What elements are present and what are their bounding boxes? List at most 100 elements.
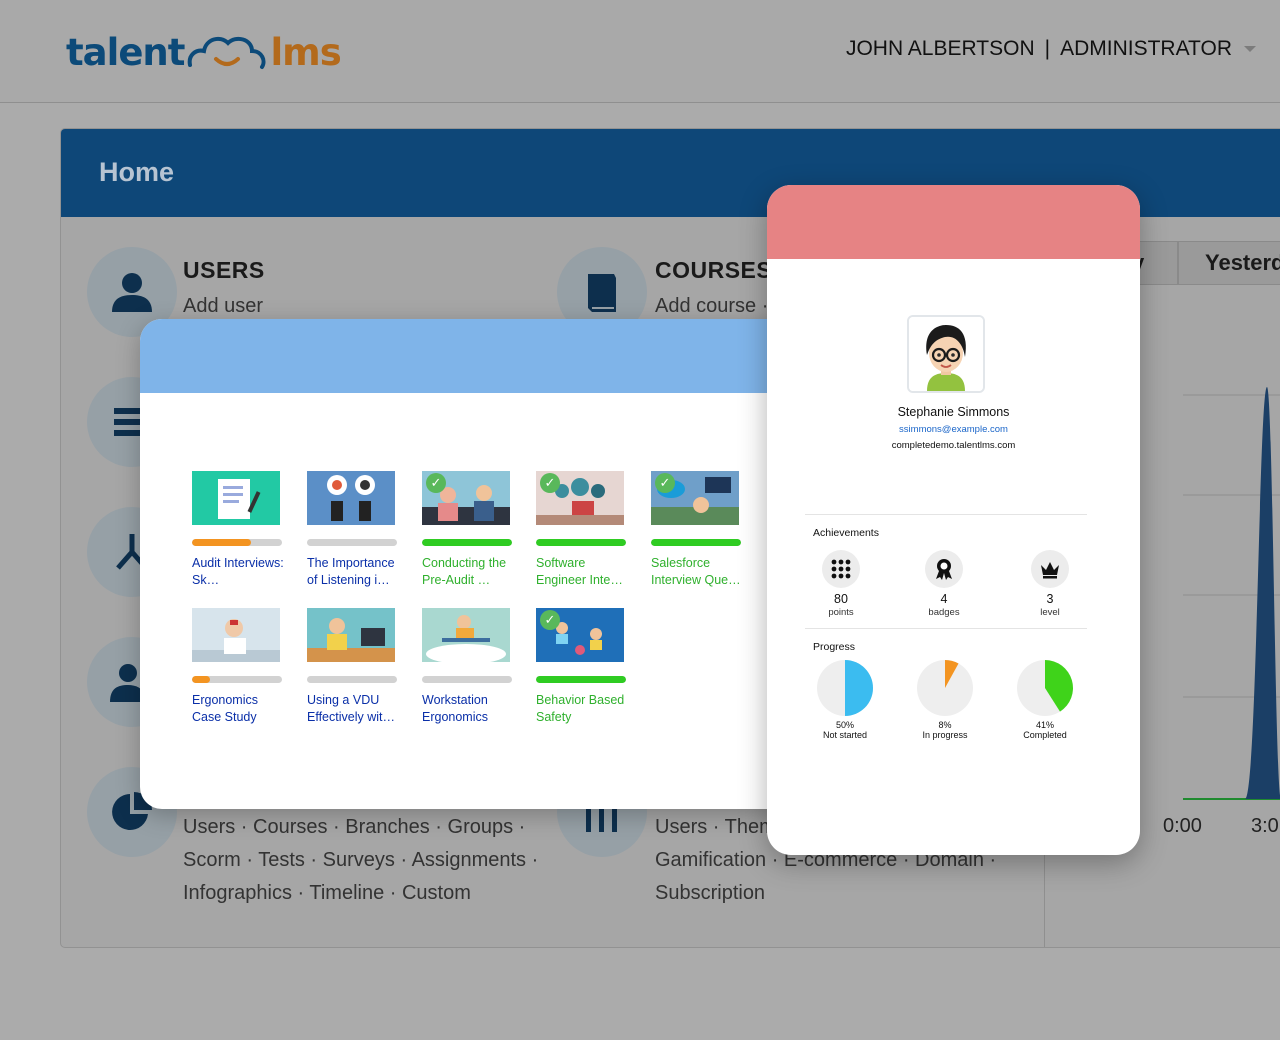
checkmark-icon: ✓ xyxy=(540,610,560,630)
reports-links-line-3[interactable]: Infographics · Timeline · Custom xyxy=(183,877,471,910)
course-progress-bar xyxy=(307,539,397,546)
crown-icon xyxy=(1031,550,1069,588)
talentlms-logo[interactable]: talent lms xyxy=(66,28,342,76)
user-name: JOHN ALBERTSON xyxy=(845,37,1035,60)
level-label: level xyxy=(1040,607,1060,618)
reports-links-line-1[interactable]: Users · Courses · Branches · Groups · xyxy=(183,811,525,844)
course-card[interactable]: The Importance of Listening i… xyxy=(307,471,399,589)
avatar[interactable] xyxy=(907,315,985,393)
course-thumbnail[interactable]: ✓ xyxy=(536,608,624,662)
course-card[interactable]: Using a VDU Effectively wit… xyxy=(307,608,399,726)
top-bar: talent lms JOHN ALBERTSON | ADMINISTRATO… xyxy=(0,0,1280,103)
user-menu-separator: | xyxy=(1044,37,1051,60)
logo-text-talent: talent xyxy=(66,30,185,74)
chart-x-tick: 3:0 xyxy=(1251,815,1279,837)
chart-series-area xyxy=(1245,387,1280,799)
course-thumbnail[interactable] xyxy=(192,608,280,662)
page-title: Home xyxy=(99,157,175,187)
progress-percent: 8% xyxy=(938,720,952,730)
level-value: 3 xyxy=(1046,592,1054,606)
course-card[interactable]: ✓ Software Engineer Inte… xyxy=(536,471,628,589)
course-card[interactable]: Ergonomics Case Study xyxy=(192,608,284,726)
course-title[interactable]: Using a VDU Effectively wit… xyxy=(307,692,399,726)
user-menu[interactable]: JOHN ALBERTSON | ADMINISTRATOR xyxy=(846,37,1256,61)
course-title[interactable]: Conducting the Pre-Audit … xyxy=(422,555,514,589)
book-icon xyxy=(588,274,616,312)
progress-pie: 41% Completed xyxy=(1005,659,1085,740)
chart-x-tick: 0:00 xyxy=(1163,815,1202,837)
badges-value: 4 xyxy=(940,592,948,606)
course-progress-fill xyxy=(536,676,626,683)
profile-site: completedemo.talentlms.com xyxy=(891,440,1016,451)
progress-heading: Progress xyxy=(813,641,856,653)
avatar-illustration xyxy=(909,317,983,391)
course-progress-bar xyxy=(422,676,512,683)
course-progress-bar xyxy=(651,539,741,546)
progress-percent: 50% xyxy=(835,720,854,730)
checkmark-icon: ✓ xyxy=(655,473,675,493)
course-thumbnail[interactable] xyxy=(422,608,510,662)
course-card[interactable]: Workstation Ergonomics xyxy=(422,608,514,726)
course-thumbnail[interactable]: ✓ xyxy=(536,471,624,525)
cloud-icon xyxy=(188,36,266,69)
profile-name: Stephanie Simmons xyxy=(897,405,1010,419)
progress-label: Completed xyxy=(1023,730,1067,740)
course-card[interactable]: ✓ Behavior Based Safety xyxy=(536,608,628,726)
progress-percent: 41% xyxy=(1035,720,1054,730)
activity-chart xyxy=(1183,387,1280,800)
badges-label: badges xyxy=(928,607,960,618)
profile-card-header xyxy=(767,185,1140,259)
users-tile-title[interactable]: USERS xyxy=(183,257,265,284)
user-icon xyxy=(112,273,152,312)
course-card[interactable]: ✓ Conducting the Pre-Audit … xyxy=(422,471,514,589)
settings-links-line-3[interactable]: Subscription xyxy=(655,877,765,910)
course-progress-bar xyxy=(536,676,626,683)
course-thumbnail[interactable] xyxy=(307,471,395,525)
course-card[interactable]: Audit Interviews: Sk… xyxy=(192,471,284,589)
courses-card: Audit Interviews: Sk… The Importance of L… xyxy=(140,319,800,809)
reports-links-line-2[interactable]: Scorm · Tests · Surveys · Assignments · xyxy=(183,844,538,877)
progress-pie: 50% Not started xyxy=(805,659,885,740)
course-thumbnail[interactable]: ✓ xyxy=(651,471,739,525)
checkmark-icon: ✓ xyxy=(540,473,560,493)
course-progress-bar xyxy=(422,539,512,546)
badge-ribbon-icon xyxy=(925,550,963,588)
course-progress-bar xyxy=(192,676,282,683)
tab-yesterday[interactable]: Yesterd xyxy=(1178,241,1280,285)
points-grid-icon xyxy=(822,550,860,588)
courses-tile-title[interactable]: COURSES xyxy=(655,257,772,284)
course-card[interactable]: ✓ Salesforce Interview Que… xyxy=(651,471,743,589)
achievements-heading: Achievements xyxy=(813,527,879,539)
profile-email-link[interactable]: ssimmons@example.com xyxy=(767,424,1140,435)
course-progress-bar xyxy=(307,676,397,683)
achievement-points: 80 points xyxy=(801,550,881,618)
progress-pie: 8% In progress xyxy=(905,659,985,740)
course-title[interactable]: Ergonomics Case Study xyxy=(192,692,284,726)
course-title[interactable]: The Importance of Listening i… xyxy=(307,555,399,589)
courses-card-header xyxy=(140,319,800,393)
divider xyxy=(805,628,1087,629)
checkmark-icon: ✓ xyxy=(426,473,446,493)
achievement-badges: 4 badges xyxy=(904,550,984,618)
course-title[interactable]: Workstation Ergonomics xyxy=(422,692,514,726)
course-title[interactable]: Behavior Based Safety xyxy=(536,692,628,726)
course-progress-fill xyxy=(192,539,251,546)
divider xyxy=(805,514,1087,515)
chevron-down-icon[interactable] xyxy=(1244,46,1256,52)
course-progress-fill xyxy=(192,676,210,683)
course-progress-fill xyxy=(651,539,741,546)
achievement-level: 3 level xyxy=(1010,550,1090,618)
course-title[interactable]: Software Engineer Inte… xyxy=(536,555,628,589)
user-role: ADMINISTRATOR xyxy=(1060,37,1232,60)
pie-slice xyxy=(845,660,873,716)
profile-card: Stephanie Simmons ssimmons@example.com c… xyxy=(767,185,1140,855)
course-title[interactable]: Salesforce Interview Que… xyxy=(651,555,743,589)
course-progress-fill xyxy=(536,539,626,546)
course-thumbnail[interactable] xyxy=(192,471,280,525)
course-title[interactable]: Audit Interviews: Sk… xyxy=(192,555,284,589)
logo-text-lms: lms xyxy=(270,30,341,74)
settings-links-line-1[interactable]: Users · Them xyxy=(655,811,776,844)
course-progress-bar xyxy=(536,539,626,546)
course-thumbnail[interactable] xyxy=(307,608,395,662)
course-thumbnail[interactable]: ✓ xyxy=(422,471,510,525)
